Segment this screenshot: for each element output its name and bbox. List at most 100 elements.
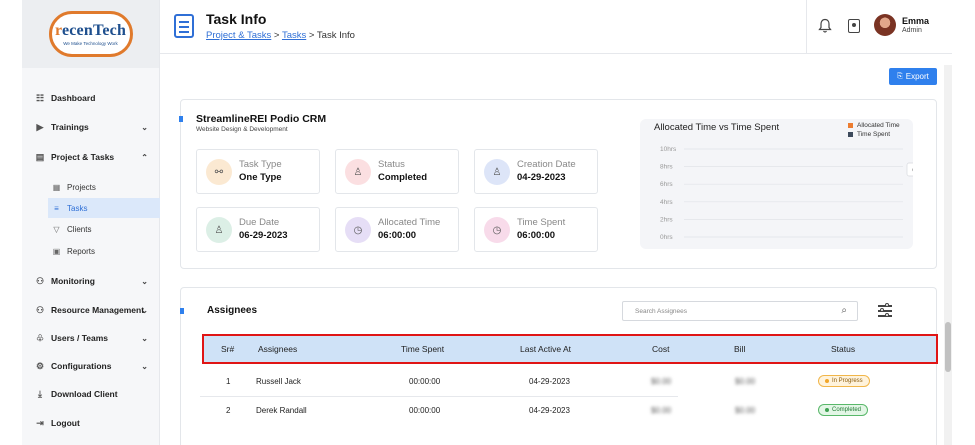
y-tick-label: 4hrs <box>660 199 673 206</box>
logo-area: recenTech We Make Technology Work <box>22 0 159 68</box>
status-icon: ♙ <box>345 159 371 185</box>
y-tick-label: 2hrs <box>660 216 673 223</box>
chart-title: Allocated Time vs Time Spent <box>654 122 780 133</box>
sidebar-subitem-reports[interactable]: ▣ Reports <box>48 241 160 261</box>
info-card-status: ♙ Status Completed <box>335 149 459 194</box>
info-card-due-date: ♙ Due Date 06-29-2023 <box>196 207 320 252</box>
projects-icon: ▦ <box>52 182 61 192</box>
breadcrumb-link-tasks[interactable]: Tasks <box>282 30 306 41</box>
chart-legend: Allocated Time Time Spent <box>848 121 900 139</box>
logo[interactable]: recenTech We Make Technology Work <box>48 11 133 57</box>
sidebar: recenTech We Make Technology Work ☷ Dashb… <box>22 0 160 445</box>
status-badge: Completed <box>818 404 869 416</box>
header: Task Info Project & Tasks > Tasks > Task… <box>160 0 952 54</box>
legend-item-allocated: Allocated Time <box>848 121 900 130</box>
info-card-allocated-time: ◷ Allocated Time 06:00:00 <box>335 207 459 252</box>
sidebar-item-project-tasks[interactable]: ▤ Project & Tasks ⌃ <box>22 146 160 168</box>
chevron-down-icon: ⌄ <box>141 333 148 343</box>
row-divider <box>200 396 678 397</box>
cell-time-spent: 00:00:00 <box>409 377 441 386</box>
sidebar-item-users-teams[interactable]: ♧ Users / Teams ⌄ <box>22 327 160 349</box>
chevron-down-icon: ⌄ <box>141 305 148 315</box>
cell-assignee: Derek Randall <box>256 406 307 415</box>
user-role: Admin <box>902 27 922 34</box>
bell-icon[interactable] <box>818 18 832 34</box>
users-icon: ♧ <box>35 333 45 343</box>
cell-bill: $0.00 <box>735 377 756 386</box>
search-icon[interactable]: ⌕ <box>841 305 847 316</box>
people-icon: ⚇ <box>35 305 45 315</box>
clipboard-icon: ▤ <box>35 152 45 162</box>
user-name[interactable]: Emma <box>902 16 929 26</box>
export-icon: ⎘ <box>897 72 903 80</box>
clients-icon: ▽ <box>53 224 60 234</box>
sidebar-subitem-tasks[interactable]: ≡ Tasks <box>48 198 160 218</box>
avatar[interactable] <box>874 14 896 36</box>
table-header-row: Sr# Assignees Time Spent Last Active At … <box>202 334 938 364</box>
cell-cost: $0.00 <box>651 406 672 415</box>
header-divider <box>806 0 807 54</box>
column-header-assignees[interactable]: Assignees <box>258 336 297 362</box>
y-tick-label: 0hrs <box>660 234 673 241</box>
sidebar-item-download-client[interactable]: ⤓ Download Client <box>22 383 160 405</box>
clock-icon: ◷ <box>345 217 371 243</box>
search-assignees-input[interactable]: Search Assignees ⌕ <box>622 301 858 321</box>
sidebar-subitem-projects[interactable]: ▦ Projects <box>48 177 160 197</box>
sidebar-item-resource-management[interactable]: ⚇ Resource Management ⌄ <box>22 299 160 321</box>
filter-settings-icon[interactable] <box>878 303 892 317</box>
legend-swatch <box>848 123 853 128</box>
legend-item-spent: Time Spent <box>848 130 900 139</box>
y-tick-label: 6hrs <box>660 181 673 188</box>
export-button[interactable]: ⎘ Export <box>889 68 937 85</box>
sidebar-item-trainings[interactable]: ▶ Trainings ⌄ <box>22 116 160 138</box>
breadcrumb-current: Task Info <box>316 30 355 41</box>
reports-icon: ▣ <box>52 246 61 256</box>
scrollbar-thumb[interactable] <box>945 322 951 372</box>
chart-tooltip: 06:00:00 <box>906 162 913 177</box>
info-card-time-spent: ◷ Time Spent 06:00:00 <box>474 207 598 252</box>
column-header-sr[interactable]: Sr# <box>221 336 234 362</box>
sidebar-item-configurations[interactable]: ⚙ Configurations ⌄ <box>22 355 160 377</box>
info-card-creation-date: ♙ Creation Date 04-29-2023 <box>474 149 598 194</box>
device-icon[interactable] <box>848 19 860 33</box>
cell-assignee: Russell Jack <box>256 377 301 386</box>
app: recenTech We Make Technology Work ☷ Dashb… <box>22 0 952 445</box>
bar-chart: 0hrs 2hrs 4hrs 6hrs 8hrs 10hrs 06:00:00 <box>660 146 913 241</box>
sidebar-item-dashboard[interactable]: ☷ Dashboard <box>22 87 160 109</box>
y-tick-label: 8hrs <box>660 164 673 171</box>
sidebar-item-monitoring[interactable]: ⚇ Monitoring ⌄ <box>22 270 160 292</box>
download-icon: ⤓ <box>38 389 42 399</box>
play-icon: ▶ <box>36 122 44 132</box>
column-header-status[interactable]: Status <box>831 336 855 362</box>
chevron-down-icon: ⌄ <box>141 276 148 286</box>
logo-tagline: We Make Technology Work <box>63 40 118 46</box>
column-header-time-spent[interactable]: Time Spent <box>401 336 444 362</box>
monitor-icon: ⚇ <box>35 276 45 286</box>
chevron-down-icon: ⌄ <box>141 122 148 132</box>
creation-date-icon: ♙ <box>484 159 510 185</box>
column-header-last-active[interactable]: Last Active At <box>520 336 571 362</box>
cell-bill: $0.00 <box>735 406 756 415</box>
task-type-icon: ⚯ <box>206 159 232 185</box>
chevron-down-icon: ⌄ <box>141 361 148 371</box>
task-info-icon <box>174 14 194 38</box>
cell-last-active: 04-29-2023 <box>529 406 570 415</box>
project-title: StreamlineREI Podio CRM <box>196 113 327 125</box>
breadcrumb: Project & Tasks > Tasks > Task Info <box>206 30 355 41</box>
breadcrumb-link-project-tasks[interactable]: Project & Tasks <box>206 30 271 41</box>
grid-icon: ☷ <box>35 93 45 103</box>
column-header-bill[interactable]: Bill <box>734 336 745 362</box>
logout-icon: ⇥ <box>36 418 44 428</box>
cell-sr: 1 <box>226 377 231 386</box>
tooltip-text: 06:00:00 <box>912 167 913 174</box>
section-marker <box>180 308 184 314</box>
column-header-cost[interactable]: Cost <box>652 336 669 362</box>
page-title: Task Info <box>206 11 267 27</box>
sidebar-item-logout[interactable]: ⇥ Logout <box>22 412 160 434</box>
config-icon: ⚙ <box>35 361 45 371</box>
due-date-icon: ♙ <box>206 217 232 243</box>
main-content: ⎘ Export StreamlineREI Podio CRM Website … <box>160 55 952 445</box>
section-marker <box>179 116 183 122</box>
scrollbar-track[interactable] <box>944 65 952 445</box>
sidebar-subitem-clients[interactable]: ▽ Clients <box>48 219 160 239</box>
